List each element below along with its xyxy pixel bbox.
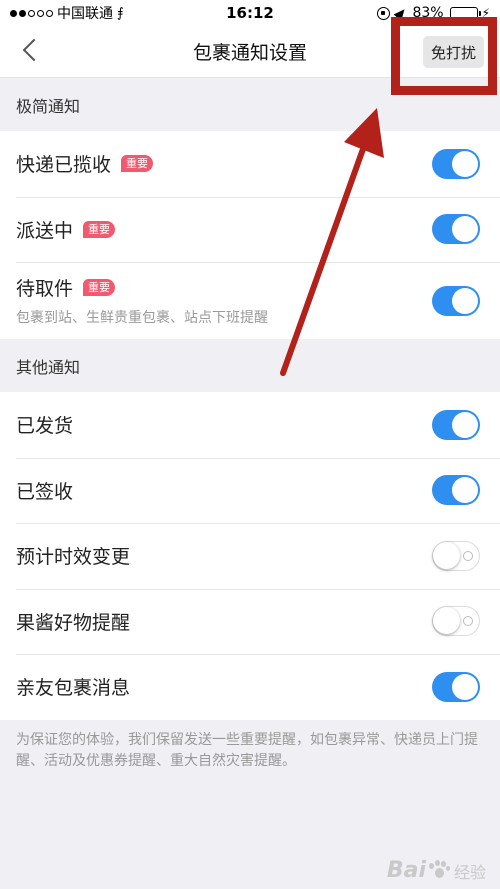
setting-label: 派送中 bbox=[16, 219, 74, 242]
status-right: 83% ⚡ bbox=[377, 5, 490, 21]
carrier-name: 中国联通 bbox=[57, 6, 113, 22]
toggle-switch[interactable] bbox=[432, 475, 480, 506]
toggle-switch[interactable] bbox=[432, 148, 480, 179]
paw-icon bbox=[428, 859, 450, 882]
setting-label: 亲友包裹消息 bbox=[16, 677, 131, 700]
toggle-switch[interactable] bbox=[432, 606, 480, 637]
toggle-off-ring-icon bbox=[463, 550, 473, 561]
setting-row-family-packages: 亲友包裹消息 bbox=[0, 654, 500, 720]
do-not-disturb-button[interactable]: 免打扰 bbox=[422, 36, 484, 68]
setting-row-goods-reminder: 果酱好物提醒 bbox=[0, 588, 500, 655]
setting-subtitle: 包裹到站、生鲜贵重包裹、站点下班提醒 bbox=[16, 310, 268, 326]
battery-icon bbox=[449, 6, 481, 20]
status-bar: 中国联通 ⨎ 16:12 83% ⚡ bbox=[0, 0, 500, 26]
toggle-switch[interactable] bbox=[432, 671, 480, 702]
toggle-switch[interactable] bbox=[432, 409, 480, 440]
list-other-notifications: 已发货 已签收 预计时效变更 果酱好物提醒 亲友包裹消息 bbox=[0, 392, 500, 720]
setting-label: 已发货 bbox=[16, 415, 74, 438]
toggle-switch[interactable] bbox=[432, 214, 480, 245]
important-badge: 重要 bbox=[83, 220, 116, 238]
setting-label: 待取件 bbox=[16, 278, 74, 300]
toggle-knob bbox=[433, 541, 460, 569]
toggle-switch[interactable] bbox=[432, 285, 480, 316]
wifi-icon: ⨎ bbox=[117, 5, 124, 21]
setting-row-shipped: 已发货 bbox=[0, 392, 500, 458]
back-chevron-icon[interactable] bbox=[22, 38, 46, 62]
toggle-knob bbox=[452, 673, 478, 700]
section-header-minimal: 极简通知 bbox=[16, 97, 81, 116]
toggle-knob bbox=[452, 477, 478, 504]
nav-bar: 包裹通知设置 免打扰 bbox=[0, 26, 500, 78]
setting-row-picked-up: 快递已揽收 重要 bbox=[0, 131, 500, 197]
toggle-knob bbox=[452, 150, 478, 177]
watermark: Bai 经验 bbox=[387, 858, 486, 883]
important-badge: 重要 bbox=[121, 155, 154, 173]
location-icon bbox=[394, 5, 409, 21]
setting-label: 预计时效变更 bbox=[16, 546, 131, 569]
page-title: 包裹通知设置 bbox=[192, 42, 307, 64]
toggle-knob bbox=[452, 216, 478, 243]
charging-icon: ⚡ bbox=[481, 6, 490, 20]
toggle-off-ring-icon bbox=[463, 616, 473, 627]
section-header-other: 其他通知 bbox=[16, 358, 81, 377]
setting-label: 快递已揽收 bbox=[16, 154, 112, 177]
setting-label: 已签收 bbox=[16, 480, 74, 503]
setting-row-awaiting-pickup: 待取件 重要 包裹到站、生鲜贵重包裹、站点下班提醒 bbox=[0, 262, 500, 339]
setting-label: 果酱好物提醒 bbox=[16, 611, 131, 634]
toggle-knob bbox=[433, 607, 460, 635]
setting-row-delivering: 派送中 重要 bbox=[0, 196, 500, 263]
toggle-knob bbox=[452, 287, 478, 314]
signal-icon bbox=[10, 9, 53, 17]
list-minimal-notifications: 快递已揽收 重要 派送中 重要 待取件 重要 包裹到站、生鲜贵重包裹、站点下班提… bbox=[0, 131, 500, 339]
carrier-group: 中国联通 ⨎ bbox=[10, 3, 180, 23]
battery-percent: 83% bbox=[412, 5, 444, 21]
footer-note: 为保证您的体验，我们保留发送一些重要提醒，如包裹异常、快递员上门提醒、活动及优惠… bbox=[16, 732, 478, 769]
rotation-lock-icon bbox=[377, 6, 391, 20]
toggle-knob bbox=[452, 411, 478, 438]
watermark-brand: Bai bbox=[386, 858, 426, 883]
setting-row-eta-change: 预计时效变更 bbox=[0, 523, 500, 589]
toggle-switch[interactable] bbox=[432, 540, 480, 571]
setting-row-signed: 已签收 bbox=[0, 457, 500, 524]
watermark-suffix: 经验 bbox=[453, 862, 486, 882]
important-badge: 重要 bbox=[83, 279, 116, 296]
